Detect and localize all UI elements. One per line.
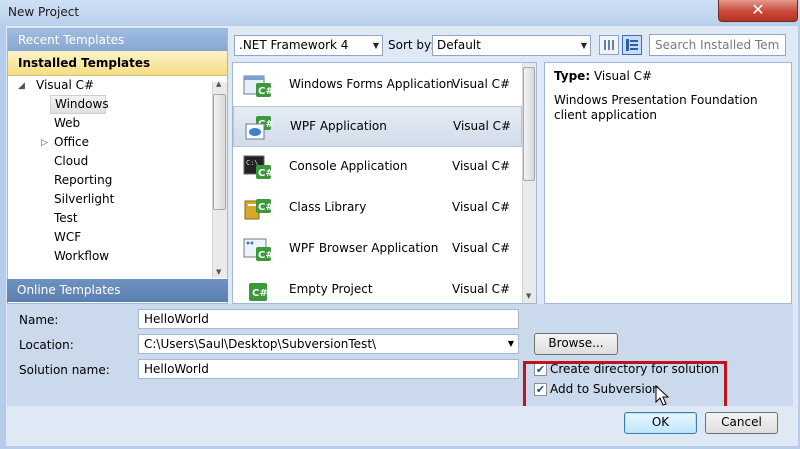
browse-button[interactable]: Browse... (534, 333, 618, 355)
sort-select[interactable]: Default ▼ (432, 35, 591, 56)
template-row-empty-project[interactable]: C# Empty Project Visual C# (233, 270, 522, 303)
tree-item-workflow[interactable]: Workflow (54, 247, 109, 266)
tree-item-office[interactable]: Office (54, 133, 89, 152)
small-icons-icon (604, 40, 614, 50)
solution-name-input[interactable]: HelloWorld (138, 359, 519, 379)
name-label: Name: (19, 313, 59, 327)
empty-project-icon: C# (249, 283, 268, 301)
category-scroll-thumb[interactable] (213, 94, 226, 210)
location-label: Location: (19, 338, 74, 352)
scroll-down-icon[interactable]: ▼ (216, 268, 221, 276)
template-language: Visual C# (452, 200, 511, 214)
small-icons-view-button[interactable] (599, 35, 619, 55)
template-row-windows-forms[interactable]: C# Windows Forms Application Visual C# (233, 65, 522, 106)
template-list: C# Windows Forms Application Visual C# C… (232, 62, 537, 304)
window-title: New Project (8, 5, 80, 19)
close-button[interactable]: ✕ (718, 0, 798, 22)
svg-text:C#: C# (258, 86, 273, 97)
chevron-down-icon: ▼ (580, 41, 587, 50)
tree-item-windows[interactable]: Windows (50, 95, 109, 114)
template-row-console-application[interactable]: C:\ C# Console Application Visual C# (233, 147, 522, 188)
tree-item-visual-csharp[interactable]: Visual C# (36, 76, 94, 95)
sort-by-label: Sort by: (388, 38, 435, 52)
category-tree: ◢ Visual C# Windows Web ▷ Office Cloud R… (8, 76, 227, 276)
title-bar: New Project (0, 0, 800, 26)
type-value: Visual C# (593, 69, 653, 83)
template-categories-pane: Recent Templates Installed Templates ◢ V… (7, 28, 228, 304)
template-language: Visual C# (452, 282, 511, 296)
location-combo[interactable]: C:\Users\Saul\Desktop\SubversionTest\ ▼ (138, 334, 519, 354)
template-name: WPF Application (290, 119, 387, 133)
svg-text:C#: C# (258, 168, 273, 179)
ok-button[interactable]: OK (624, 412, 697, 434)
template-name: Empty Project (289, 282, 373, 296)
template-details-pane: Type: Visual C# Windows Presentation Fou… (544, 62, 792, 304)
template-name: Class Library (289, 200, 367, 214)
search-installed-templates-input[interactable]: Search Installed Tem (649, 34, 786, 56)
template-row-wpf-application[interactable]: C# WPF Application Visual C# (233, 106, 522, 147)
mouse-cursor-icon (655, 385, 670, 406)
svg-text:C#: C# (252, 288, 268, 299)
chevron-down-icon: ▼ (372, 41, 379, 50)
tree-item-test[interactable]: Test (54, 209, 78, 228)
tree-item-cloud[interactable]: Cloud (54, 152, 88, 171)
medium-icons-icon (626, 39, 638, 51)
template-description: Windows Presentation Foundation client a… (554, 93, 758, 122)
template-name: Console Application (289, 159, 408, 173)
close-icon: ✕ (751, 0, 765, 19)
medium-icons-view-button[interactable] (622, 35, 642, 55)
type-label: Type: (554, 69, 591, 83)
installed-templates-header[interactable]: Installed Templates (8, 51, 227, 76)
sort-value: Default (437, 38, 481, 52)
cancel-button[interactable]: Cancel (705, 412, 778, 434)
collapsed-arrow-icon[interactable]: ▷ (41, 138, 48, 148)
template-language: Visual C# (452, 159, 511, 173)
tree-item-silverlight[interactable]: Silverlight (54, 190, 114, 209)
tree-item-web[interactable]: Web (54, 114, 80, 133)
template-language: Visual C# (453, 119, 512, 133)
tree-item-wcf[interactable]: WCF (54, 228, 81, 247)
framework-value: .NET Framework 4 (239, 38, 349, 52)
expanded-arrow-icon[interactable]: ◢ (18, 81, 25, 91)
online-templates-header[interactable]: Online Templates (7, 279, 228, 302)
svg-text:C#: C# (258, 202, 273, 213)
scroll-up-icon[interactable]: ▲ (216, 80, 221, 88)
template-name: Windows Forms Application (289, 77, 454, 91)
template-type: Type: Visual C# (554, 69, 652, 83)
template-row-class-library[interactable]: C# Class Library Visual C# (233, 188, 522, 229)
class-library-icon: C# (244, 199, 273, 220)
tree-item-reporting[interactable]: Reporting (54, 171, 112, 190)
project-name-input[interactable]: HelloWorld (138, 309, 519, 329)
framework-select[interactable]: .NET Framework 4 ▼ (234, 35, 383, 56)
wpf-icon: C# (245, 116, 274, 140)
recent-templates-header[interactable]: Recent Templates (8, 29, 227, 51)
template-row-wpf-browser-application[interactable]: C# WPF Browser Application Visual C# (233, 229, 522, 270)
winforms-icon: C# (243, 75, 273, 97)
wpf-browser-icon: C# (243, 238, 273, 261)
console-icon: C:\C# (243, 155, 273, 179)
location-value: C:\Users\Saul\Desktop\SubversionTest\ (144, 337, 377, 351)
svg-text:C#: C# (258, 250, 273, 261)
template-language: Visual C# (452, 77, 511, 91)
template-list-scroll-thumb[interactable] (523, 67, 535, 181)
scroll-down-icon[interactable]: ▼ (526, 292, 531, 300)
solution-name-label: Solution name: (19, 363, 110, 377)
template-name: WPF Browser Application (289, 241, 439, 255)
template-language: Visual C# (452, 241, 511, 255)
chevron-down-icon[interactable]: ▼ (508, 335, 514, 353)
